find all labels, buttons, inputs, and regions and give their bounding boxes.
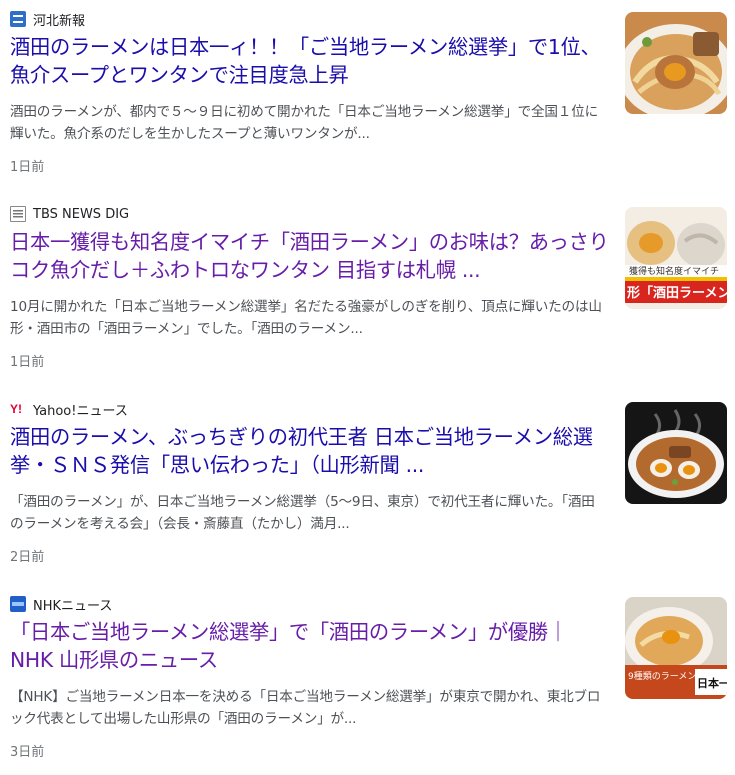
- result-snippet: 「酒田のラーメン」が、日本ご当地ラーメン総選挙（5～9日、東京）で初代王者に輝い…: [10, 494, 595, 532]
- result-title[interactable]: 「日本ご当地ラーメン総選挙」で「酒田のラーメン」が優勝｜NHK 山形県のニュース: [10, 618, 610, 674]
- result-age: 2日前: [10, 550, 45, 565]
- result-snippet: 【NHK】ご当地ラーメン日本一を決める「日本ご当地ラーメン総選挙」が東京で開かれ…: [10, 689, 601, 727]
- news-result: Y! Yahoo!ニュース 酒田のラーメン、ぶっちぎりの初代王者 日本ご当地ラー…: [0, 390, 735, 580]
- source-name: NHKニュース: [33, 598, 113, 614]
- source-name: 河北新報: [33, 13, 86, 29]
- result-age: 1日前: [10, 355, 45, 370]
- thumb-subcaption: 獲得も知名度イマイチ: [629, 265, 719, 277]
- news-result: TBS NEWS DIG 日本一獲得も知名度イマイチ「酒田ラーメン」のお味は？あ…: [0, 195, 735, 385]
- source-row[interactable]: TBS NEWS DIG: [10, 205, 129, 223]
- result-age: 3日前: [10, 745, 45, 760]
- result-snippet: 酒田のラーメンが、都内で５～９日に初めて開かれた「日本ご当地ラーメン総選挙」で全…: [10, 104, 598, 142]
- result-title[interactable]: 酒田のラーメン、ぶっちぎりの初代王者 日本ご当地ラーメン総選挙・ＳＮＳ発信「思い…: [10, 423, 610, 479]
- nhk-news-icon: [10, 596, 26, 612]
- result-snippet: 10月に開かれた「日本ご当地ラーメン総選挙」名だたる強豪がしのぎを削り、頂点に輝…: [10, 299, 602, 337]
- news-result: 河北新報 酒田のラーメンは日本一ィ！！「ご当地ラーメン総選挙」で1位、魚介スープ…: [0, 0, 735, 190]
- thumb-caption: 日本一: [697, 676, 727, 690]
- yahoo-news-icon: Y!: [10, 402, 22, 416]
- source-row[interactable]: Y! Yahoo!ニュース: [10, 400, 128, 419]
- tbs-news-dig-icon: [10, 206, 26, 222]
- source-row[interactable]: NHKニュース: [10, 595, 113, 614]
- steaming-ramen-bowl-thumbnail[interactable]: [625, 402, 727, 504]
- result-title[interactable]: 酒田のラーメンは日本一ィ！！「ご当地ラーメン総選挙」で1位、魚介スープとワンタン…: [10, 33, 610, 89]
- thumb-subcaption: 9種類のラーメン: [628, 671, 696, 682]
- source-row[interactable]: 河北新報: [10, 10, 86, 29]
- result-title[interactable]: 日本一獲得も知名度イマイチ「酒田ラーメン」のお味は？あっさりコク魚介だし＋ふわト…: [10, 228, 610, 284]
- news-result: NHKニュース 「日本ご当地ラーメン総選挙」で「酒田のラーメン」が優勝｜NHK …: [0, 585, 735, 775]
- source-name: Yahoo!ニュース: [33, 403, 128, 419]
- source-name: TBS NEWS DIG: [33, 206, 130, 222]
- ramen-bowl-with-egg-thumbnail[interactable]: [625, 12, 727, 114]
- thumb-caption: 形「酒田ラーメン」: [627, 285, 727, 301]
- result-age: 1日前: [10, 160, 45, 175]
- kahoku-shimpo-logo-icon: [10, 11, 26, 27]
- nhk-ramen-broadcast-thumbnail[interactable]: 9種類のラーメン 日本一: [625, 597, 727, 699]
- tv-news-ramen-thumbnail[interactable]: 獲得も知名度イマイチ 形「酒田ラーメン」: [625, 207, 727, 309]
